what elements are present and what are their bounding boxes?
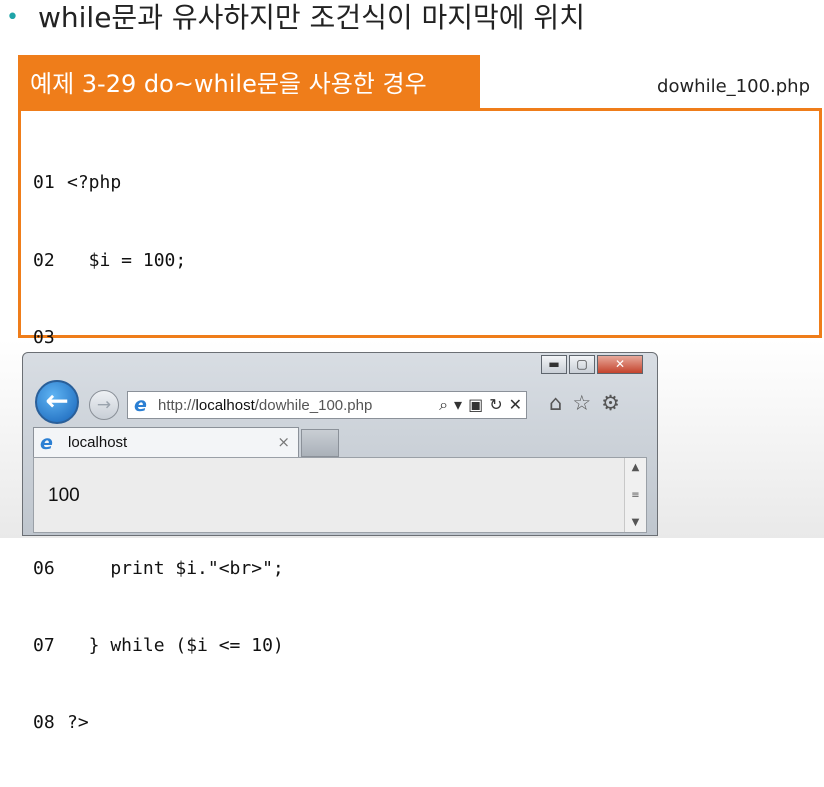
browser-window: ▬ ▢ ✕ ← → e http://localhost/dowhile_100… — [22, 352, 658, 536]
code-line: 06 print $i."<br>"; — [33, 556, 284, 582]
url-path: /dowhile_100.php — [254, 396, 373, 414]
code-text: $i = 100; — [67, 249, 187, 271]
ie-logo-icon: e — [134, 394, 152, 416]
new-tab-button[interactable] — [301, 429, 339, 457]
compatibility-icon[interactable]: ▣ — [468, 395, 483, 415]
address-tools: ⌕ ▾ ▣ ↻ ✕ — [439, 395, 522, 415]
code-line: 01 <?php — [33, 170, 284, 196]
home-icon[interactable]: ⌂ — [549, 391, 562, 415]
url-host: localhost — [195, 396, 255, 414]
window-controls: ▬ ▢ ✕ — [539, 355, 643, 374]
example-filename: dowhile_100.php — [657, 76, 810, 97]
tab-localhost[interactable]: e localhost × — [33, 427, 299, 457]
code-line: 02 $i = 100; — [33, 248, 284, 274]
settings-gear-icon[interactable]: ⚙ — [601, 391, 620, 415]
tab-ie-glyph: e — [40, 431, 53, 454]
line-number: 02 — [33, 249, 55, 271]
vertical-scrollbar[interactable]: ▲ ≡ ▼ — [624, 458, 646, 532]
refresh-icon[interactable]: ↻ — [489, 395, 502, 415]
page-content: 100 ▲ ≡ ▼ — [33, 457, 647, 533]
search-icon[interactable]: ⌕ — [439, 395, 448, 415]
forward-arrow-icon[interactable]: → — [89, 390, 119, 420]
close-button[interactable]: ✕ — [597, 355, 643, 374]
line-number: 06 — [33, 557, 55, 579]
url-prefix: http:// — [158, 396, 196, 414]
headline: • while문과 유사하지만 조건식이 마지막에 위치 — [0, 0, 585, 36]
output-text: 100 — [48, 485, 80, 506]
headline-text: while문과 유사하지만 조건식이 마지막에 위치 — [38, 1, 585, 34]
line-number: 01 — [33, 172, 55, 194]
minimize-button[interactable]: ▬ — [541, 355, 567, 374]
bullet: • — [6, 5, 19, 30]
maximize-button[interactable]: ▢ — [569, 355, 595, 374]
ie-glyph: e — [134, 394, 147, 416]
code-line: 08 ?> — [33, 710, 284, 736]
code-text: } while ($i <= 10) — [67, 634, 284, 656]
tab-ie-icon: e — [40, 431, 58, 454]
line-number: 03 — [33, 326, 55, 348]
line-number: 08 — [33, 712, 55, 734]
code-text: <?php — [67, 172, 122, 194]
scroll-up-icon[interactable]: ▲ — [632, 462, 640, 473]
scroll-down-icon[interactable]: ▼ — [632, 517, 640, 528]
tab-close-icon[interactable]: × — [277, 433, 290, 451]
address-bar[interactable]: e http://localhost/dowhile_100.php ⌕ ▾ ▣… — [127, 391, 527, 419]
line-number: 07 — [33, 634, 55, 656]
code-line: 07 } while ($i <= 10) — [33, 633, 284, 659]
stop-icon[interactable]: ✕ — [509, 395, 522, 415]
dropdown-icon[interactable]: ▾ — [454, 395, 462, 415]
code-line: 03 — [33, 325, 284, 351]
toolbar-icons: ⌂ ☆ ⚙ — [549, 391, 620, 415]
code-text: ?> — [67, 712, 89, 734]
scroll-thumb-icon[interactable]: ≡ — [631, 490, 639, 501]
favorites-star-icon[interactable]: ☆ — [572, 391, 591, 415]
back-arrow-icon[interactable]: ← — [35, 380, 79, 424]
url-text: http://localhost/dowhile_100.php — [158, 397, 372, 414]
code-box: 01<?php 02 $i = 100; 03 04 do 05 { 06 pr… — [18, 108, 822, 733]
tab-title: localhost — [68, 434, 128, 451]
code-text: print $i."<br>"; — [67, 557, 284, 579]
example-title: 예제 3-29 do~while문을 사용한 경우 — [18, 55, 480, 110]
